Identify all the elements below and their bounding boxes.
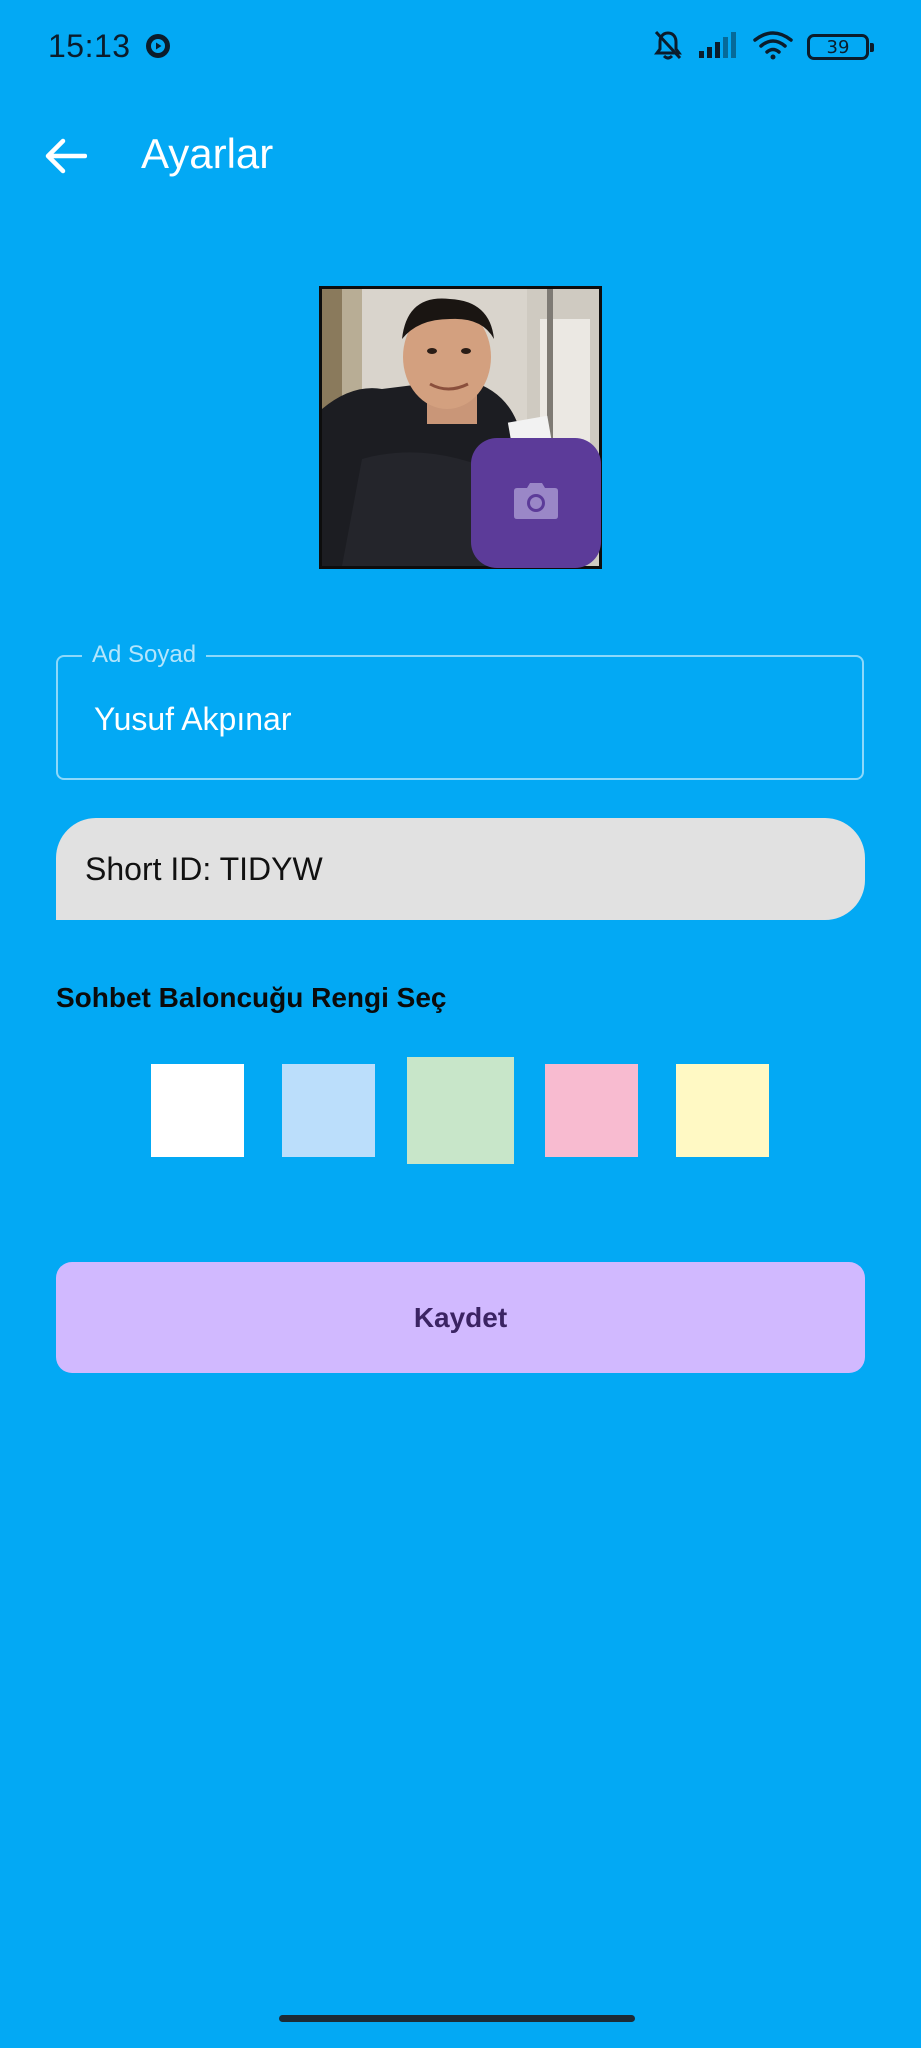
change-photo-button[interactable] [471,438,601,568]
bubble-color-title: Sohbet Baloncuğu Rengi Seç [56,982,447,1013]
status-bar: 15:13 39 [0,0,921,92]
status-time: 15:13 [48,28,131,64]
save-button[interactable]: Kaydet [56,1262,865,1373]
status-icons: 39 [651,28,874,67]
media-playing-icon [144,32,172,60]
muted-bell-icon [651,28,685,67]
color-swatch-pink[interactable] [545,1064,638,1157]
short-id-text: Short ID: TIDYW [85,850,323,887]
home-indicator[interactable] [279,2015,635,2022]
short-id-display: Short ID: TIDYW [56,818,865,920]
back-button[interactable] [30,128,102,188]
color-swatch-light-green[interactable] [407,1057,514,1164]
full-name-input[interactable]: Yusuf Akpınar [94,701,291,738]
signal-icon [699,31,739,63]
battery-level: 39 [826,36,850,58]
arrow-left-icon [45,138,88,179]
camera-icon [513,482,559,525]
wifi-icon [753,30,793,65]
app-bar: Ayarlar [0,110,921,206]
color-swatch-light-blue[interactable] [282,1064,375,1157]
battery-icon: 39 [807,34,874,60]
full-name-field[interactable]: Ad Soyad Yusuf Akpınar [56,641,864,780]
color-swatch-light-yellow[interactable] [676,1064,769,1157]
full-name-label: Ad Soyad [82,641,207,669]
color-swatch-white[interactable] [151,1064,244,1157]
page-title: Ayarlar [141,130,274,177]
profile-photo-section [319,286,602,569]
